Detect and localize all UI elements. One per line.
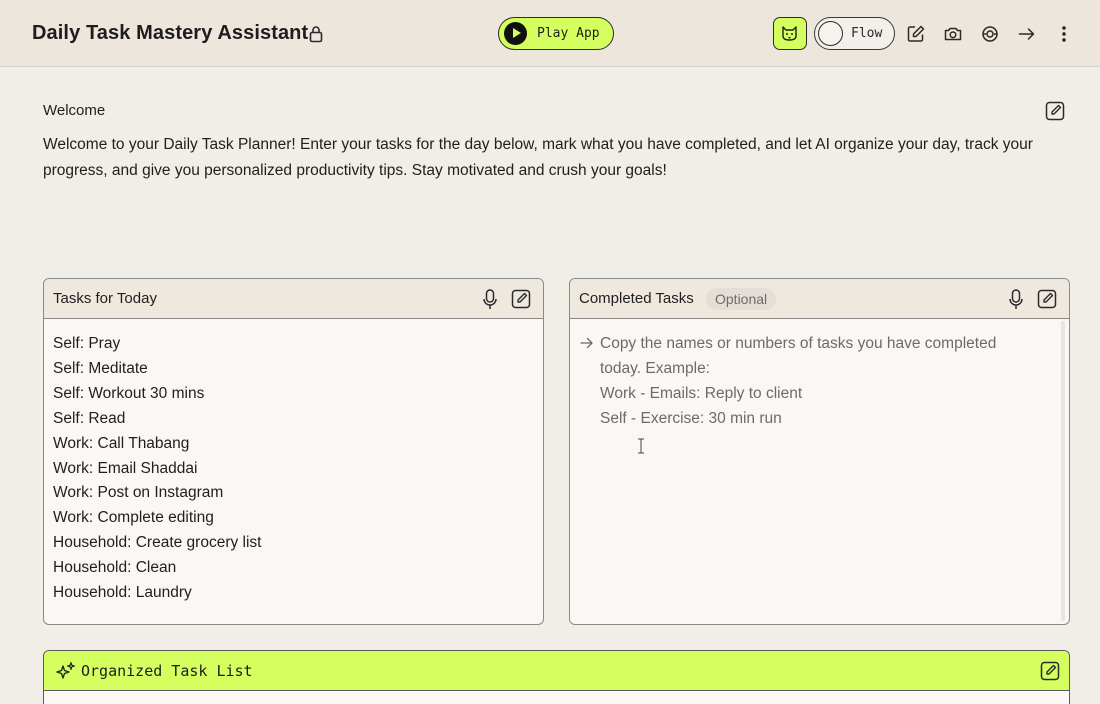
organized-card-title: Organized Task List [81,662,253,680]
task-line: Self: Workout 30 mins [53,384,205,402]
task-line: Work: Complete editing [53,509,214,527]
task-line: Self: Meditate [53,359,148,377]
play-app-button[interactable]: Play App [498,17,614,50]
task-line: Self: Pray [53,335,121,352]
mic-icon[interactable] [1008,289,1024,310]
broadcast-icon[interactable] [980,24,1000,44]
completed-tasks-textarea[interactable]: Copy the names or numbers of tasks you h… [600,332,1040,432]
task-line: Self: Read [53,409,126,427]
text-cursor-icon [638,438,644,454]
top-bar: Daily Task Mastery Assistant Play App Fl… [0,0,1100,67]
app-title: Daily Task Mastery Assistant [32,22,309,44]
edit-icon[interactable] [1040,661,1060,681]
organized-card-header: Organized Task List [44,651,1069,691]
optional-badge: Optional [706,288,777,310]
completed-card-header: Completed Tasks Optional [570,279,1069,319]
task-line: Household: Clean [53,559,177,577]
placeholder-line: Self - Exercise: 30 min run [600,409,782,427]
edit-icon[interactable] [511,289,531,309]
more-vertical-icon[interactable] [1054,24,1074,44]
sparkle-icon [56,661,76,679]
scrollbar[interactable] [1061,321,1065,621]
share-arrow-icon[interactable] [1017,24,1037,44]
task-line: Household: Laundry [53,584,192,602]
tasks-card-header: Tasks for Today [44,279,543,319]
flow-toggle-knob [818,21,843,46]
lock-icon[interactable] [309,25,323,43]
cat-icon [782,26,797,41]
tasks-for-today-card: Tasks for Today Self: Pray Self: Meditat… [43,278,544,625]
task-line: Household: Create grocery list [53,534,262,552]
task-line: Work: Call Thabang [53,434,190,452]
task-line: Work: Email Shaddai [53,459,198,477]
flow-toggle[interactable]: Flow [814,17,895,50]
flow-label: Flow [851,26,883,41]
placeholder-line: Work - Emails: Reply to client [600,384,803,402]
task-line: Work: Post on Instagram [53,484,224,502]
welcome-title: Welcome [43,102,106,119]
placeholder-line: Copy the names or numbers of tasks you h… [600,335,997,377]
play-icon [504,22,527,45]
tasks-textarea[interactable]: Self: Pray Self: Meditate Self: Workout … [53,332,262,606]
tasks-card-title: Tasks for Today [53,290,157,307]
edit-icon[interactable] [1037,289,1057,309]
organized-task-list-card: Organized Task List [43,650,1070,704]
edit-icon[interactable] [906,24,926,44]
camera-icon[interactable] [943,24,963,44]
arrow-right-icon [580,337,593,349]
edit-icon[interactable] [1045,101,1065,121]
play-app-label: Play App [537,26,600,41]
welcome-text: Welcome to your Daily Task Planner! Ente… [43,136,1033,179]
completed-card-title: Completed Tasks [579,290,694,307]
agent-cat-button[interactable] [773,17,807,50]
mic-icon[interactable] [482,289,498,310]
